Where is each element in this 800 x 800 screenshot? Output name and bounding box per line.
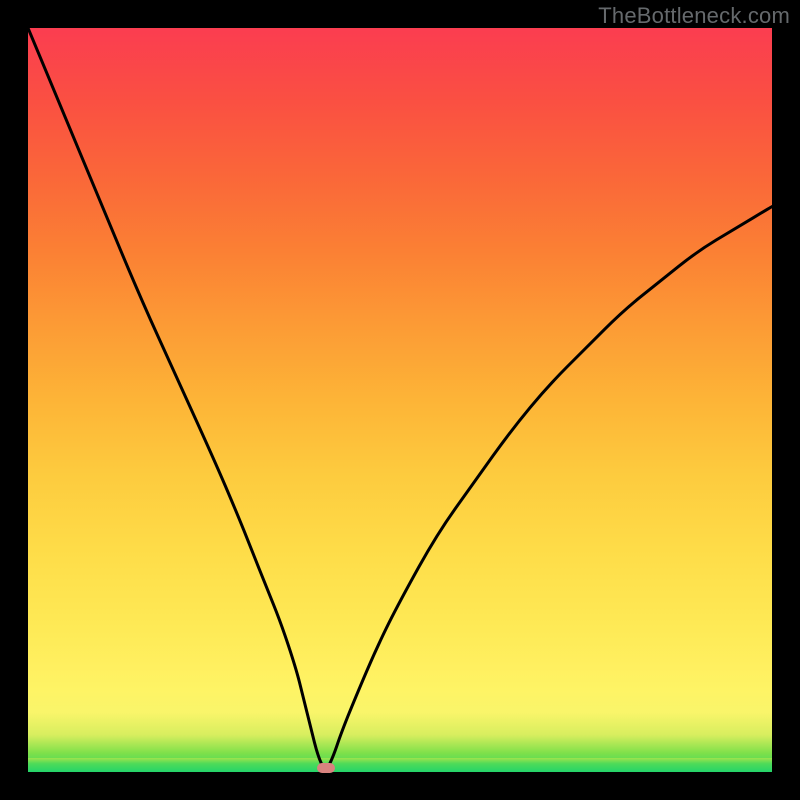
bottleneck-curve-svg <box>28 28 772 772</box>
minimum-marker <box>317 763 335 773</box>
bottleneck-curve <box>28 28 772 768</box>
watermark-text: TheBottleneck.com <box>598 3 790 29</box>
plot-area <box>28 28 772 772</box>
chart-frame: TheBottleneck.com <box>0 0 800 800</box>
